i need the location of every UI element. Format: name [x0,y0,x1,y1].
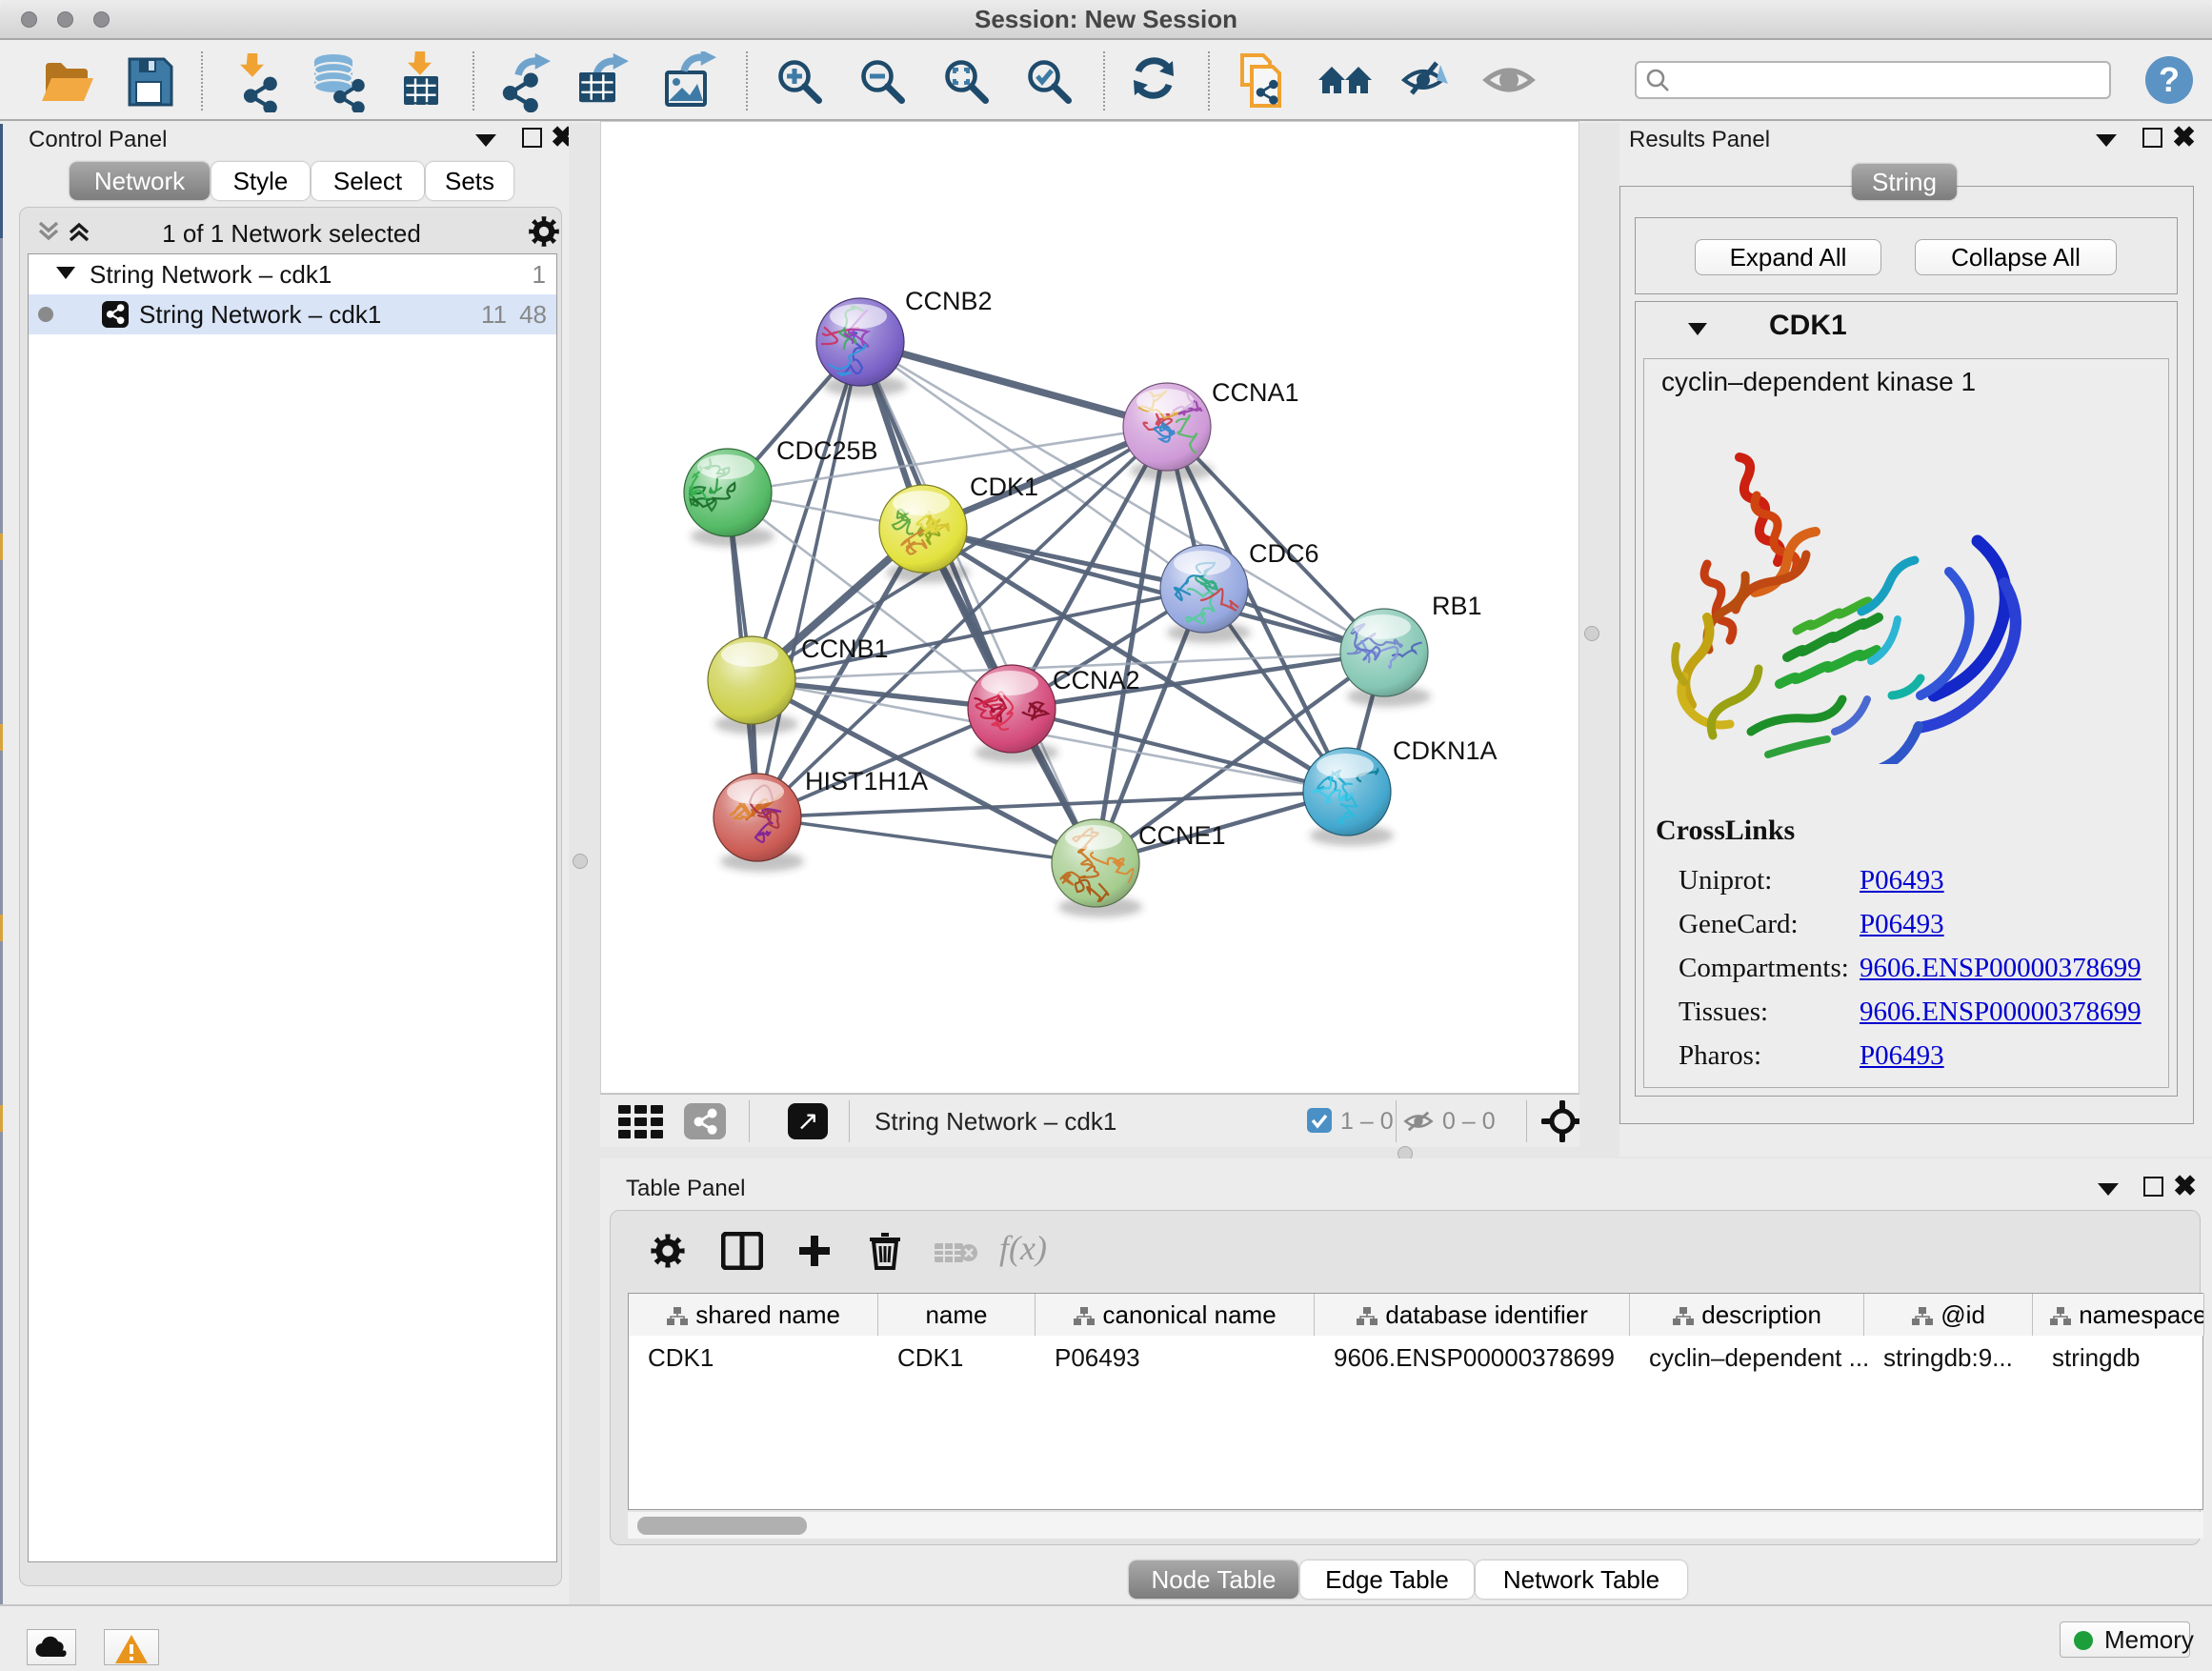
svg-text:CDKN1A: CDKN1A [1393,736,1498,765]
svg-text:HIST1H1A: HIST1H1A [805,767,928,795]
svg-text:CDC25B: CDC25B [776,436,878,465]
svg-text:CCNE1: CCNE1 [1138,821,1226,850]
svg-text:CCNA2: CCNA2 [1053,666,1140,695]
svg-text:CCNB1: CCNB1 [801,634,889,663]
svg-text:CDK1: CDK1 [970,473,1038,501]
svg-text:CDC6: CDC6 [1249,539,1319,568]
svg-text:CCNA1: CCNA1 [1212,378,1299,407]
svg-text:CCNB2: CCNB2 [905,287,993,315]
svg-text:RB1: RB1 [1432,592,1482,620]
